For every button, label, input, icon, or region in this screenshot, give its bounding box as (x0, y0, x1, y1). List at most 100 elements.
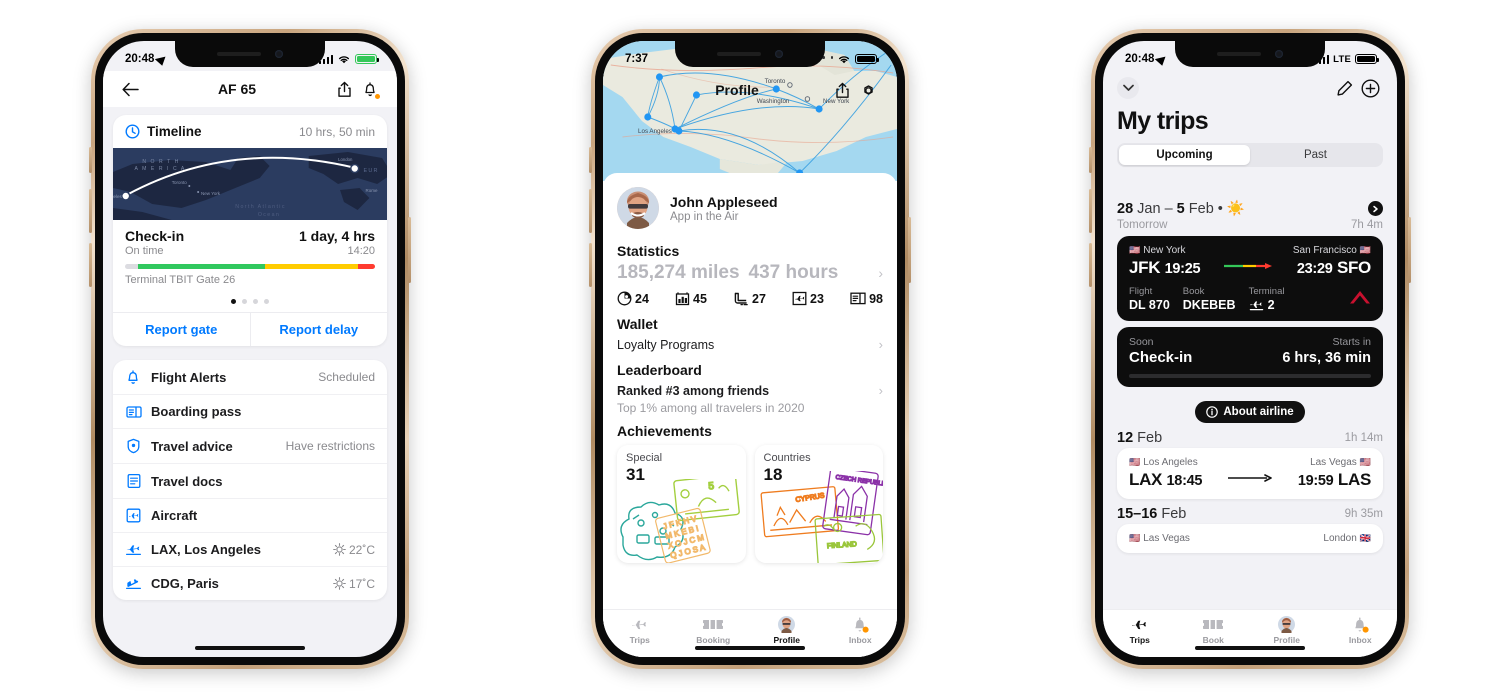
list-item-label: CDG, Paris (151, 576, 219, 591)
avatar[interactable] (617, 187, 659, 229)
svg-text:North Atlantic: North Atlantic (235, 204, 286, 210)
list-item-value: 17˚C (333, 577, 375, 591)
tab-inbox[interactable]: Inbox (1324, 610, 1398, 647)
list-item[interactable]: LAX, Los Angeles 22˚C (113, 533, 387, 567)
page-dot[interactable] (231, 299, 236, 304)
bell-icon (125, 369, 142, 385)
chevron-right-icon: › (878, 337, 883, 352)
svg-text:Rome: Rome (365, 188, 377, 193)
stat-hours: 437 hours (748, 262, 839, 283)
back-button[interactable] (117, 76, 143, 102)
svg-text:A M E R I C A: A M E R I C A (135, 166, 186, 172)
checkin-value: 1 day, 4 hrs (298, 228, 375, 244)
profile-header[interactable]: John Appleseed App in the Air (617, 183, 883, 239)
trip-open-button[interactable] (1368, 201, 1383, 216)
flight-map[interactable]: N O R T H A M E R I C A Toronto New York… (113, 148, 387, 220)
wallet-heading: Wallet (617, 316, 658, 332)
gate-info: Terminal TBIT Gate 26 (125, 274, 236, 286)
origin-code-time: JFK 19:25 (1129, 258, 1201, 277)
report-gate-button[interactable]: Report gate (113, 313, 251, 346)
phone-bezel: 20:48 AF 65 Timeline 10 hrs, 50 min N O … (95, 33, 405, 665)
list-item[interactable]: Aircraft (113, 499, 387, 533)
notifications-button[interactable] (357, 76, 383, 102)
tab-profile[interactable]: Profile (750, 610, 824, 647)
page-title: Profile (715, 82, 759, 98)
tab-label: Profile (1273, 635, 1300, 645)
progress-segment (137, 264, 265, 269)
share-button[interactable] (331, 76, 357, 102)
trip-duration: 1h 14m (1344, 432, 1383, 444)
tab-book[interactable]: Book (1177, 610, 1251, 647)
list-item-value: 22˚C (333, 543, 375, 557)
tab-booking[interactable]: Booking (677, 610, 751, 647)
tab-inbox[interactable]: Inbox (824, 610, 898, 647)
add-trip-button[interactable] (1357, 75, 1383, 101)
page-dot[interactable] (242, 299, 247, 304)
delta-logo-icon (1349, 290, 1371, 312)
list-item[interactable]: CDG, Paris 17˚C (113, 567, 387, 600)
trip-date-row: 28 Jan – 5 Feb • ☀️ (1117, 200, 1383, 217)
flight-segment-card[interactable]: 🇺🇸 New York San Francisco 🇺🇸 JFK 19:25 2… (1117, 236, 1383, 321)
timeline-card[interactable]: Timeline 10 hrs, 50 min N O R T H A M E … (113, 115, 387, 346)
trips-segmented-control: Upcoming Past (1117, 143, 1383, 167)
airplane-box-icon (792, 291, 807, 306)
shield-icon (125, 438, 142, 454)
report-delay-button[interactable]: Report delay (251, 313, 388, 346)
flight-segment-card[interactable]: 🇺🇸 Los Angeles Las Vegas 🇺🇸 LAX 18:45 19… (1117, 448, 1383, 499)
plus-circle-icon (1360, 78, 1380, 98)
avatar-icon (1278, 616, 1296, 633)
tab-trips[interactable]: Trips (1103, 610, 1177, 647)
list-item[interactable]: Boarding pass (113, 395, 387, 429)
achievement-card-special[interactable]: Special 31 5 J F K H V M K E B I X O J C… (617, 445, 746, 563)
segment-upcoming[interactable]: Upcoming (1119, 145, 1250, 165)
flight-arrow-icon (1223, 469, 1277, 490)
battery-charging-icon (355, 53, 379, 65)
about-airline-button[interactable]: About airline (1195, 401, 1305, 423)
destination-city: London 🇬🇧 (1323, 533, 1371, 544)
flight-segment-card[interactable]: 🇺🇸 Las Vegas London 🇬🇧 (1117, 524, 1383, 553)
pencil-icon (1336, 80, 1352, 96)
tab-profile[interactable]: Profile (1250, 610, 1324, 647)
home-indicator (695, 645, 805, 650)
achievements-cards: Special 31 5 J F K H V M K E B I X O J C… (617, 445, 883, 563)
header-actions (1117, 75, 1383, 101)
navigation-bar: Profile (603, 73, 897, 107)
loyalty-programs-row[interactable]: Loyalty Programs › (617, 335, 883, 358)
list-item[interactable]: Travel advice Have restrictions (113, 429, 387, 464)
checkin-card[interactable]: Soon Starts in Check-in 6 hrs, 36 min (1117, 327, 1383, 387)
segment-past[interactable]: Past (1250, 145, 1381, 165)
screenshot-stage: 20:48 AF 65 Timeline 10 hrs, 50 min N O … (0, 0, 1500, 698)
achievement-label: Countries (763, 452, 811, 464)
svg-text:CYPRUS: CYPRUS (795, 492, 825, 504)
phone2-screen: Toronto Washington New York Los Angeles … (603, 41, 897, 657)
collapse-button[interactable] (1117, 77, 1139, 99)
page-dot[interactable] (253, 299, 258, 304)
trip-date: 12 Feb (1117, 430, 1163, 446)
page-dot[interactable] (264, 299, 269, 304)
meta-booking: Book DKEBEB (1182, 286, 1236, 312)
checkin-soon-label: Soon (1129, 336, 1154, 348)
phone1-screen: 20:48 AF 65 Timeline 10 hrs, 50 min N O … (103, 41, 397, 657)
destination-city: Las Vegas 🇺🇸 (1310, 457, 1371, 468)
trip-date-row: 15–16 Feb 9h 35m (1117, 506, 1383, 522)
page-dots[interactable] (113, 292, 387, 312)
statistics-summary[interactable]: 185,274 miles 437 hours › (617, 262, 883, 284)
trip-duration: 7h 4m (1351, 219, 1383, 231)
achievement-card-countries[interactable]: Countries 18 CYPRUS CZECH REPUBLIC FINLA… (754, 445, 883, 563)
navigation-bar: AF 65 (103, 71, 397, 107)
share-button[interactable] (829, 77, 855, 103)
edit-button[interactable] (1331, 75, 1357, 101)
list-item[interactable]: Flight Alerts Scheduled (113, 360, 387, 395)
location-arrow-icon (1155, 52, 1170, 66)
pie-chart-icon (617, 291, 632, 306)
stat-miles: 185,274 miles (617, 262, 740, 283)
flight-meta: Flight DL 870 Book DKEBEB Terminal 2 (1129, 286, 1371, 312)
list-item[interactable]: Travel docs (113, 464, 387, 499)
settings-button[interactable] (855, 77, 881, 103)
airplane-icon (630, 616, 649, 633)
phone-my-trips: 20:48 LTE My trips Upcoming Past 28 Jan … (1089, 29, 1411, 669)
share-icon (337, 81, 351, 97)
status-time: 20:48 (125, 53, 155, 65)
list-item-label: LAX, Los Angeles (151, 542, 262, 557)
tab-trips[interactable]: Trips (603, 610, 677, 647)
